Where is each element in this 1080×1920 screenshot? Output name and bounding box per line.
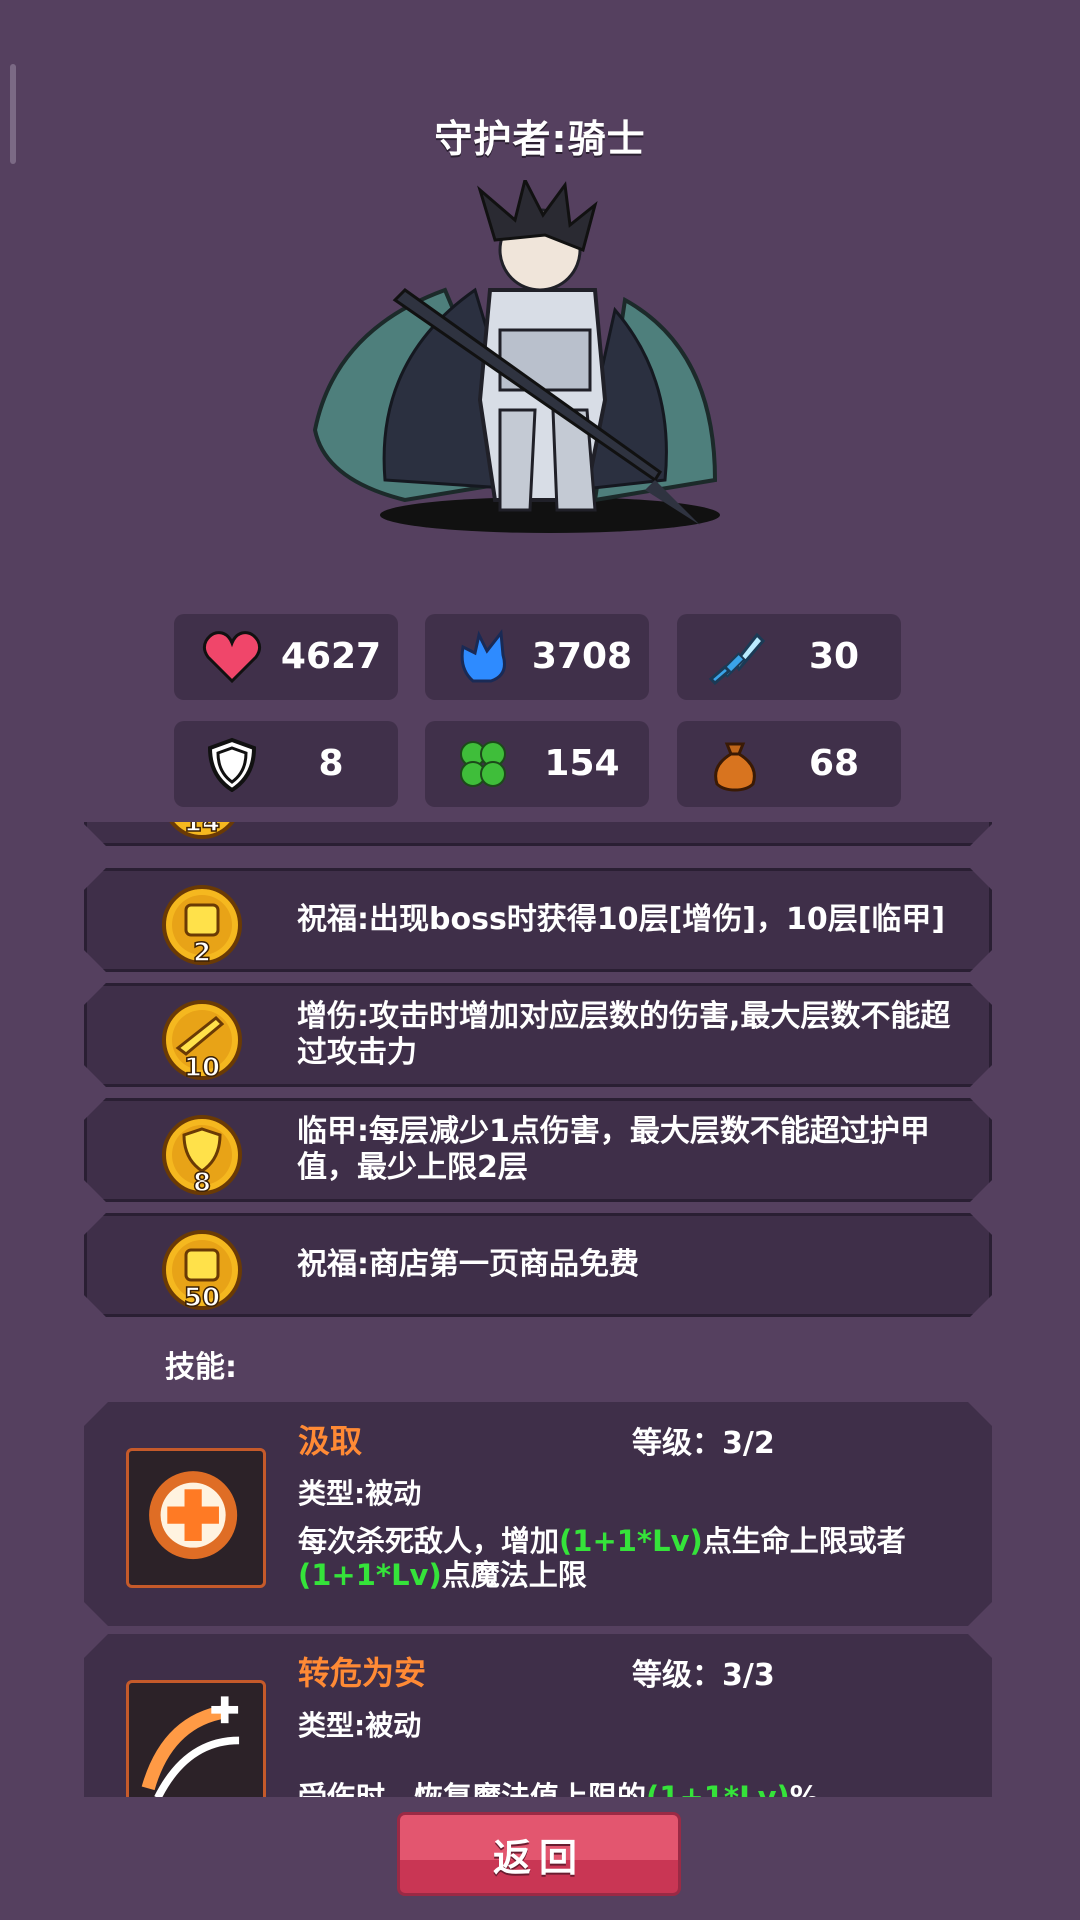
buff-row: 8 临甲:每层减少1点伤害，最大层数不能超过护甲值，最少上限2层 [84, 1098, 992, 1202]
clover-icon [460, 741, 506, 787]
skill-name: 汲取 [298, 1422, 363, 1460]
drain-skill-icon [126, 1448, 266, 1588]
back-button[interactable]: 返回 [397, 1812, 681, 1896]
stat-gold: 68 [677, 721, 901, 807]
skill-type: 类型:被动 [298, 1477, 422, 1510]
svg-text:2: 2 [193, 938, 211, 967]
shield-badge-icon: 8 [160, 1113, 244, 1197]
buff-row: 10 增伤:攻击时增加对应层数的伤害,最大层数不能超过攻击力 [84, 983, 992, 1087]
svg-text:14: 14 [184, 822, 220, 838]
luck-value: 154 [544, 743, 620, 784]
buff-badge-icon: 14 [160, 822, 244, 841]
armor-value: 8 [318, 743, 344, 784]
buff-row: 50 祝福:商店第一页商品免费 [84, 1213, 992, 1317]
buff-skill-list[interactable]: 14 2 祝福:出现boss时获得10层[增伤]，10层[临甲] 10 增伤:攻… [0, 822, 1080, 1797]
svg-text:8: 8 [193, 1168, 211, 1197]
buff-row: 2 祝福:出现boss时获得10层[增伤]，10层[临甲] [84, 868, 992, 972]
buff-description: 祝福:商店第一页商品免费 [297, 1247, 639, 1282]
buff-description: 增伤:攻击时增加对应层数的伤害,最大层数不能超过攻击力 [297, 999, 951, 1070]
heart-icon [202, 631, 262, 684]
skill-description: 受伤时，恢复魔法值上限的(1+1*Lv)% [298, 1780, 819, 1797]
skill-description: 每次杀死敌人，增加(1+1*Lv)点生命上限或者(1+1*Lv)点魔法上限 [298, 1524, 906, 1592]
skill-level: 等级：3/2 [632, 1426, 775, 1461]
attack-value: 30 [808, 636, 860, 677]
skill-type: 类型:被动 [298, 1709, 422, 1742]
skills-section-label: 技能: [165, 1350, 237, 1385]
fist-badge-icon: 50 [160, 1228, 244, 1312]
mana-value: 3708 [531, 636, 633, 677]
fist-badge-icon: 2 [160, 883, 244, 967]
buff-row-partial: 14 [84, 822, 992, 846]
stat-hp: 4627 [174, 614, 398, 700]
sword-badge-icon: 10 [160, 998, 244, 1082]
rescue-skill-icon [126, 1680, 266, 1797]
skill-name: 转危为安 [298, 1654, 427, 1692]
buff-description: 祝福:出现boss时获得10层[增伤]，10层[临甲] [297, 902, 946, 937]
knight-portrait [312, 180, 720, 533]
shield-icon [207, 737, 257, 792]
stat-luck: 154 [425, 721, 649, 807]
stat-attack: 30 [677, 614, 901, 700]
page-title: 守护者:骑士 [434, 117, 646, 161]
stat-mana: 3708 [425, 614, 649, 700]
skill-card[interactable]: 汲取 等级：3/2 类型:被动 每次杀死敌人，增加(1+1*Lv)点生命上限或者… [84, 1402, 992, 1626]
gold-value: 68 [808, 743, 860, 784]
hp-value: 4627 [280, 636, 382, 677]
money-bag-icon [714, 742, 756, 792]
svg-text:50: 50 [184, 1283, 220, 1312]
buff-description: 临甲:每层减少1点伤害，最大层数不能超过护甲值，最少上限2层 [297, 1114, 930, 1185]
svg-text:10: 10 [184, 1053, 220, 1082]
skill-card[interactable]: 转危为安 等级：3/3 类型:被动 受伤时，恢复魔法值上限的(1+1*Lv)% [84, 1634, 992, 1797]
mana-flame-icon [460, 629, 506, 683]
sword-icon [708, 632, 765, 685]
stat-armor: 8 [174, 721, 398, 807]
skill-level: 等级：3/3 [632, 1658, 775, 1693]
